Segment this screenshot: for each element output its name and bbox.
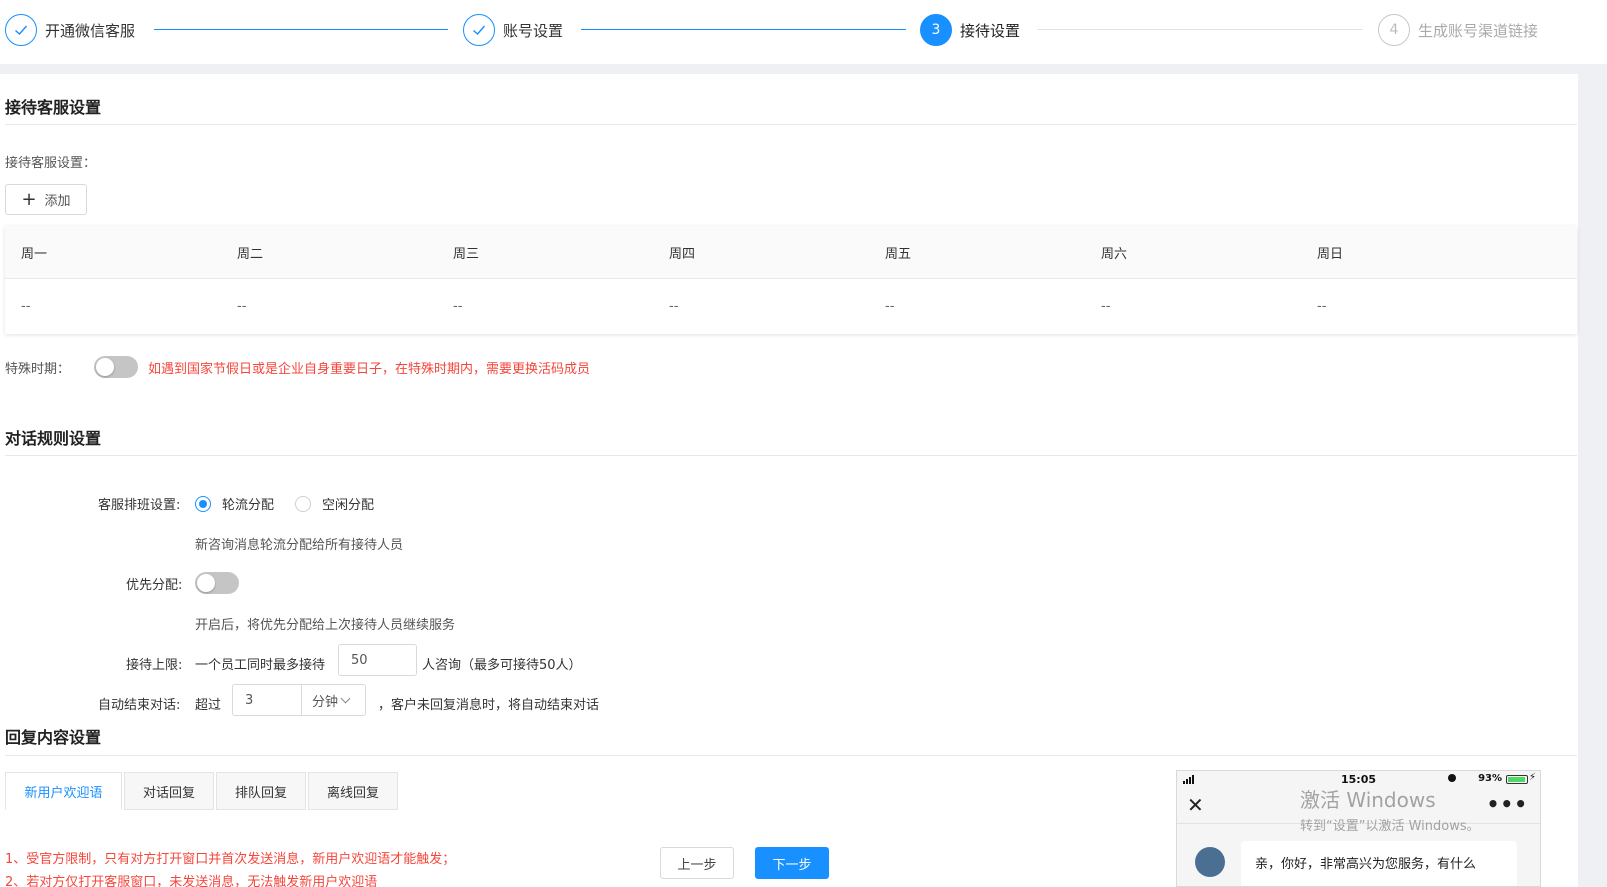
more-icon: ••• xyxy=(1486,792,1528,816)
phone-preview: 15:05 93% ⚡ ✕ ••• 亲，你好，非常高兴为您服务，有什么 xyxy=(1176,770,1541,887)
auto-end-input[interactable]: 3 xyxy=(232,684,302,716)
tab-new-user-welcome[interactable]: 新用户欢迎语 xyxy=(5,772,122,810)
column-header: 周五 xyxy=(885,246,912,262)
radio-idle-first[interactable] xyxy=(295,496,311,512)
alarm-icon xyxy=(1448,774,1456,782)
column-header: 周四 xyxy=(669,246,696,262)
check-icon xyxy=(463,14,495,46)
step-label: 开通微信客服 xyxy=(45,21,136,40)
add-button[interactable]: + 添加 xyxy=(5,184,87,215)
phone-status-bar: 15:05 93% ⚡ xyxy=(1177,771,1540,787)
chevron-down-icon xyxy=(340,693,351,703)
step-number: 4 xyxy=(1378,14,1410,46)
warning-line: 2、若对方仅打开客服窗口，未发送消息，无法触发新用户欢迎语 xyxy=(5,875,378,887)
table-cell: -- xyxy=(21,299,31,314)
special-period-hint: 如遇到国家节假日或是企业自身重要日子，在特殊时期内，需要更换活码成员 xyxy=(148,362,591,377)
charging-icon: ⚡ xyxy=(1528,772,1536,783)
close-icon: ✕ xyxy=(1187,793,1204,817)
schedule-label: 客服排班设置: xyxy=(98,498,181,513)
step-4: 4 生成账号渠道链接 xyxy=(1378,13,1538,47)
table-cell: -- xyxy=(1317,299,1327,314)
step-label: 生成账号渠道链接 xyxy=(1418,21,1539,40)
priority-switch[interactable] xyxy=(195,572,239,594)
chat-bubble: 亲，你好，非常高兴为您服务，有什么 xyxy=(1241,841,1517,886)
limit-label: 接待上限: xyxy=(126,658,183,673)
special-period-label: 特殊时期： xyxy=(5,362,71,377)
radio-round-robin[interactable] xyxy=(195,496,211,512)
step-number: 3 xyxy=(920,14,952,46)
column-header: 周一 xyxy=(21,246,48,262)
add-button-label: 添加 xyxy=(44,194,71,209)
next-step-button[interactable]: 下一步 xyxy=(755,847,829,879)
priority-hint: 开启后，将优先分配给上次接待人员继续服务 xyxy=(195,618,456,633)
radio-label: 轮流分配 xyxy=(222,498,275,513)
step-connector xyxy=(154,29,448,30)
select-value: 分钟 xyxy=(312,694,339,710)
page-scroll-gutter xyxy=(1578,64,1607,887)
section-title-reply: 回复内容设置 xyxy=(5,728,102,747)
battery-icon xyxy=(1506,775,1528,784)
phone-nav-divider xyxy=(1177,823,1540,824)
tab-dialog-reply[interactable]: 对话回复 xyxy=(124,772,214,810)
column-header: 周二 xyxy=(237,246,264,262)
table-cell: -- xyxy=(885,299,895,314)
auto-end-prefix: 超过 xyxy=(195,698,222,713)
tab-offline-reply[interactable]: 离线回复 xyxy=(308,772,398,810)
radio-label: 空闲分配 xyxy=(322,498,375,513)
section-title-dialog-rules: 对话规则设置 xyxy=(5,429,102,448)
table-cell: -- xyxy=(237,299,247,314)
step-2: 账号设置 xyxy=(463,13,563,47)
limit-suffix: 人咨询（最多可接待50人） xyxy=(422,658,582,673)
step-connector xyxy=(581,29,906,30)
column-header: 周日 xyxy=(1317,246,1344,262)
step-connector xyxy=(1037,29,1363,30)
section-divider xyxy=(5,124,1577,125)
plus-icon: + xyxy=(21,188,37,210)
tab-queue-reply[interactable]: 排队回复 xyxy=(216,772,306,810)
special-period-switch[interactable] xyxy=(94,356,138,378)
separator-band xyxy=(0,64,1607,74)
step-label: 接待设置 xyxy=(960,21,1021,40)
priority-label: 优先分配: xyxy=(126,578,183,593)
steps-bar: 开通微信客服 账号设置 3 接待设置 4 生成账号渠道链接 xyxy=(0,0,1607,64)
weekday-table: 周一 周二 周三 周四 周五 周六 周日 -- -- -- -- -- -- -… xyxy=(5,226,1577,334)
step-label: 账号设置 xyxy=(503,21,564,40)
check-icon xyxy=(5,14,37,46)
section-divider xyxy=(5,755,1577,756)
section-title-reception: 接待客服设置 xyxy=(5,98,102,117)
avatar xyxy=(1195,847,1225,877)
step-3: 3 接待设置 xyxy=(920,13,1020,47)
auto-end-label: 自动结束对话: xyxy=(98,698,181,713)
table-row: -- -- -- -- -- -- -- xyxy=(5,279,1577,334)
switch-knob xyxy=(197,574,215,592)
column-header: 周三 xyxy=(453,246,480,262)
table-cell: -- xyxy=(1101,299,1111,314)
battery-level: 93% xyxy=(1478,773,1502,784)
switch-knob xyxy=(96,358,114,376)
column-header: 周六 xyxy=(1101,246,1128,262)
reception-field-label: 接待客服设置： xyxy=(5,156,97,171)
table-header: 周一 周二 周三 周四 周五 周六 周日 xyxy=(5,226,1577,279)
section-divider xyxy=(5,455,1577,456)
warning-line: 1、受官方限制，只有对方打开窗口并首次发送消息，新用户欢迎语才能触发； xyxy=(5,852,456,867)
auto-end-unit-select[interactable]: 分钟 xyxy=(302,684,366,716)
auto-end-suffix: ，客户未回复消息时，将自动结束对话 xyxy=(378,698,600,713)
schedule-hint: 新咨询消息轮流分配给所有接待人员 xyxy=(195,538,404,553)
table-cell: -- xyxy=(453,299,463,314)
step-1: 开通微信客服 xyxy=(5,13,135,47)
limit-input[interactable]: 50 xyxy=(338,644,417,676)
table-cell: -- xyxy=(669,299,679,314)
prev-step-button[interactable]: 上一步 xyxy=(660,847,734,879)
limit-prefix: 一个员工同时最多接待 xyxy=(195,658,326,673)
